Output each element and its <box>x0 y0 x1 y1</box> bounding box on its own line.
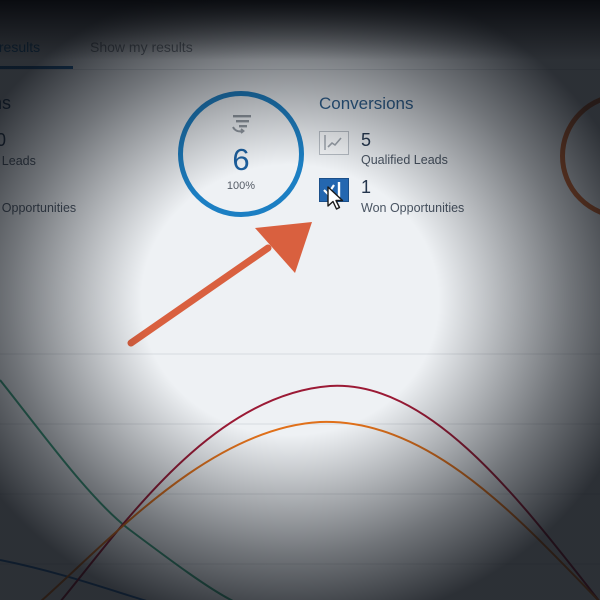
trend-chart <box>0 353 600 600</box>
series-orange-line <box>40 420 600 600</box>
series-red-line <box>60 384 600 600</box>
stage: s results Show my results ns 0 ated Lead… <box>0 0 600 600</box>
series-blue-line <box>0 559 147 600</box>
